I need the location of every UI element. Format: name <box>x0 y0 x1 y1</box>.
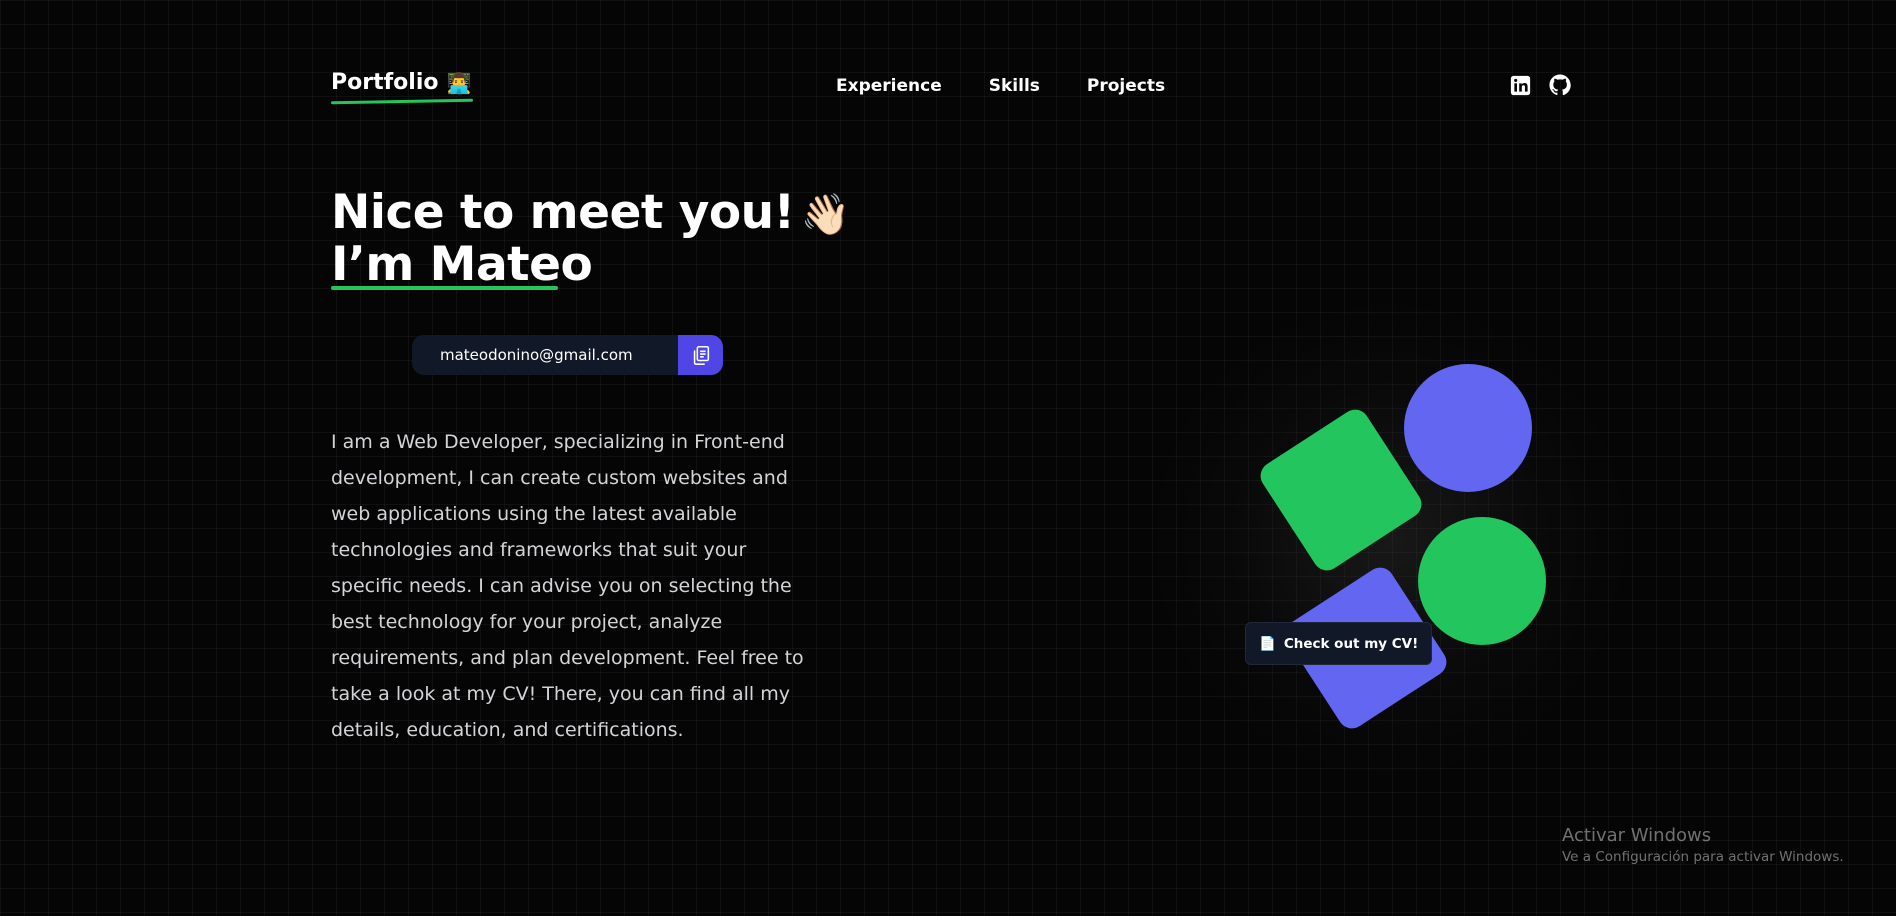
intro-description: I am a Web Developer, specializing in Fr… <box>331 431 804 741</box>
nav-link-experience[interactable]: Experience <box>836 76 942 96</box>
technologist-emoji-icon: 👨‍💻 <box>446 70 472 95</box>
copy-email-button[interactable] <box>678 335 723 375</box>
watermark-subtitle: Ve a Configuración para activar Windows. <box>1562 849 1844 865</box>
email-copy-group: mateodonino@gmail.com <box>412 335 723 375</box>
indigo-circle <box>1404 364 1532 492</box>
shapes-glow <box>1140 300 1640 780</box>
logo-link[interactable]: Portfolio 👨‍💻 <box>331 70 471 95</box>
social-links <box>1509 74 1571 96</box>
watermark-title: Activar Windows <box>1562 825 1712 846</box>
document-icon: 📄 <box>1259 635 1276 652</box>
greeting-text: Nice to meet you! <box>331 185 795 240</box>
nav-link-skills[interactable]: Skills <box>989 76 1040 96</box>
portfolio-page: Portfolio 👨‍💻 Experience Skills Projects <box>0 0 1896 916</box>
linkedin-link[interactable] <box>1509 74 1531 96</box>
github-icon <box>1549 74 1571 96</box>
cv-button-label: Check out my CV! <box>1283 635 1419 652</box>
green-circle <box>1418 517 1546 645</box>
main-nav: Experience Skills Projects <box>836 76 1165 96</box>
site-header: Portfolio 👨‍💻 Experience Skills Projects <box>330 68 1571 108</box>
waving-hand-icon: 👋🏻 <box>800 192 851 238</box>
hero-heading-line1: Nice to meet you! 👋🏻 <box>331 188 850 240</box>
nav-link-projects[interactable]: Projects <box>1087 76 1165 96</box>
hero-heading: Nice to meet you! 👋🏻 I’m Mateo <box>331 188 850 290</box>
logo-text: Portfolio <box>331 70 439 95</box>
linkedin-icon <box>1510 75 1530 95</box>
windows-activation-watermark: Activar Windows Ve a Configuración para … <box>1562 824 1844 866</box>
copy-icon <box>693 345 709 365</box>
logo-underline <box>330 98 474 105</box>
check-cv-button[interactable]: 📄 Check out my CV! <box>1245 622 1433 665</box>
hero-name: I’m Mateo <box>331 237 593 292</box>
email-address: mateodonino@gmail.com <box>412 335 678 375</box>
name-underline <box>331 286 558 290</box>
github-link[interactable] <box>1549 74 1571 96</box>
